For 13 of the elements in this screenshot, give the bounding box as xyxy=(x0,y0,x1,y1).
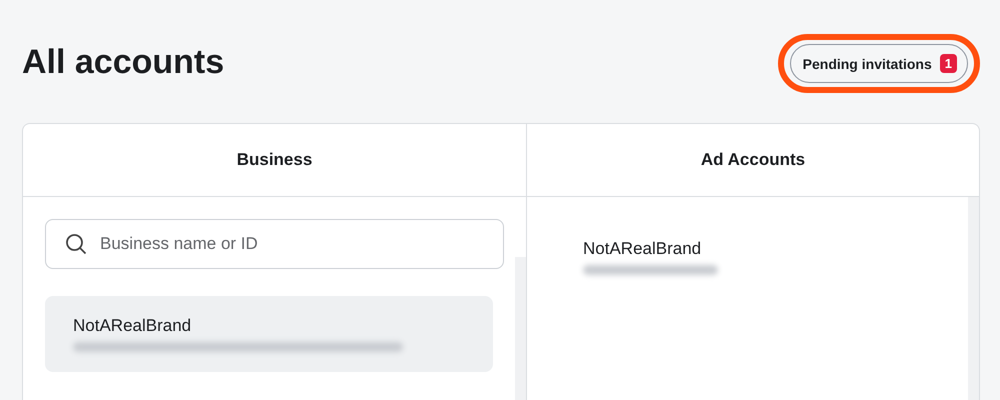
account-name: NotARealBrand xyxy=(583,239,702,259)
column-heading: Business xyxy=(236,150,312,170)
scrollbar-track[interactable] xyxy=(515,257,526,400)
account-item[interactable]: NotARealBrand xyxy=(45,296,493,372)
page-title: All accounts xyxy=(22,42,224,82)
count-badge: 1 xyxy=(940,54,957,73)
column-heading: Ad Accounts xyxy=(700,150,806,170)
search-icon xyxy=(65,233,87,255)
search-field[interactable]: Business name or ID xyxy=(45,219,504,269)
scrollbar-track[interactable] xyxy=(968,197,979,400)
account-item[interactable]: NotARealBrand xyxy=(555,219,968,295)
pending-invitations-button[interactable]: Pending invitations 1 xyxy=(790,44,968,83)
account-name: NotARealBrand xyxy=(73,316,192,336)
